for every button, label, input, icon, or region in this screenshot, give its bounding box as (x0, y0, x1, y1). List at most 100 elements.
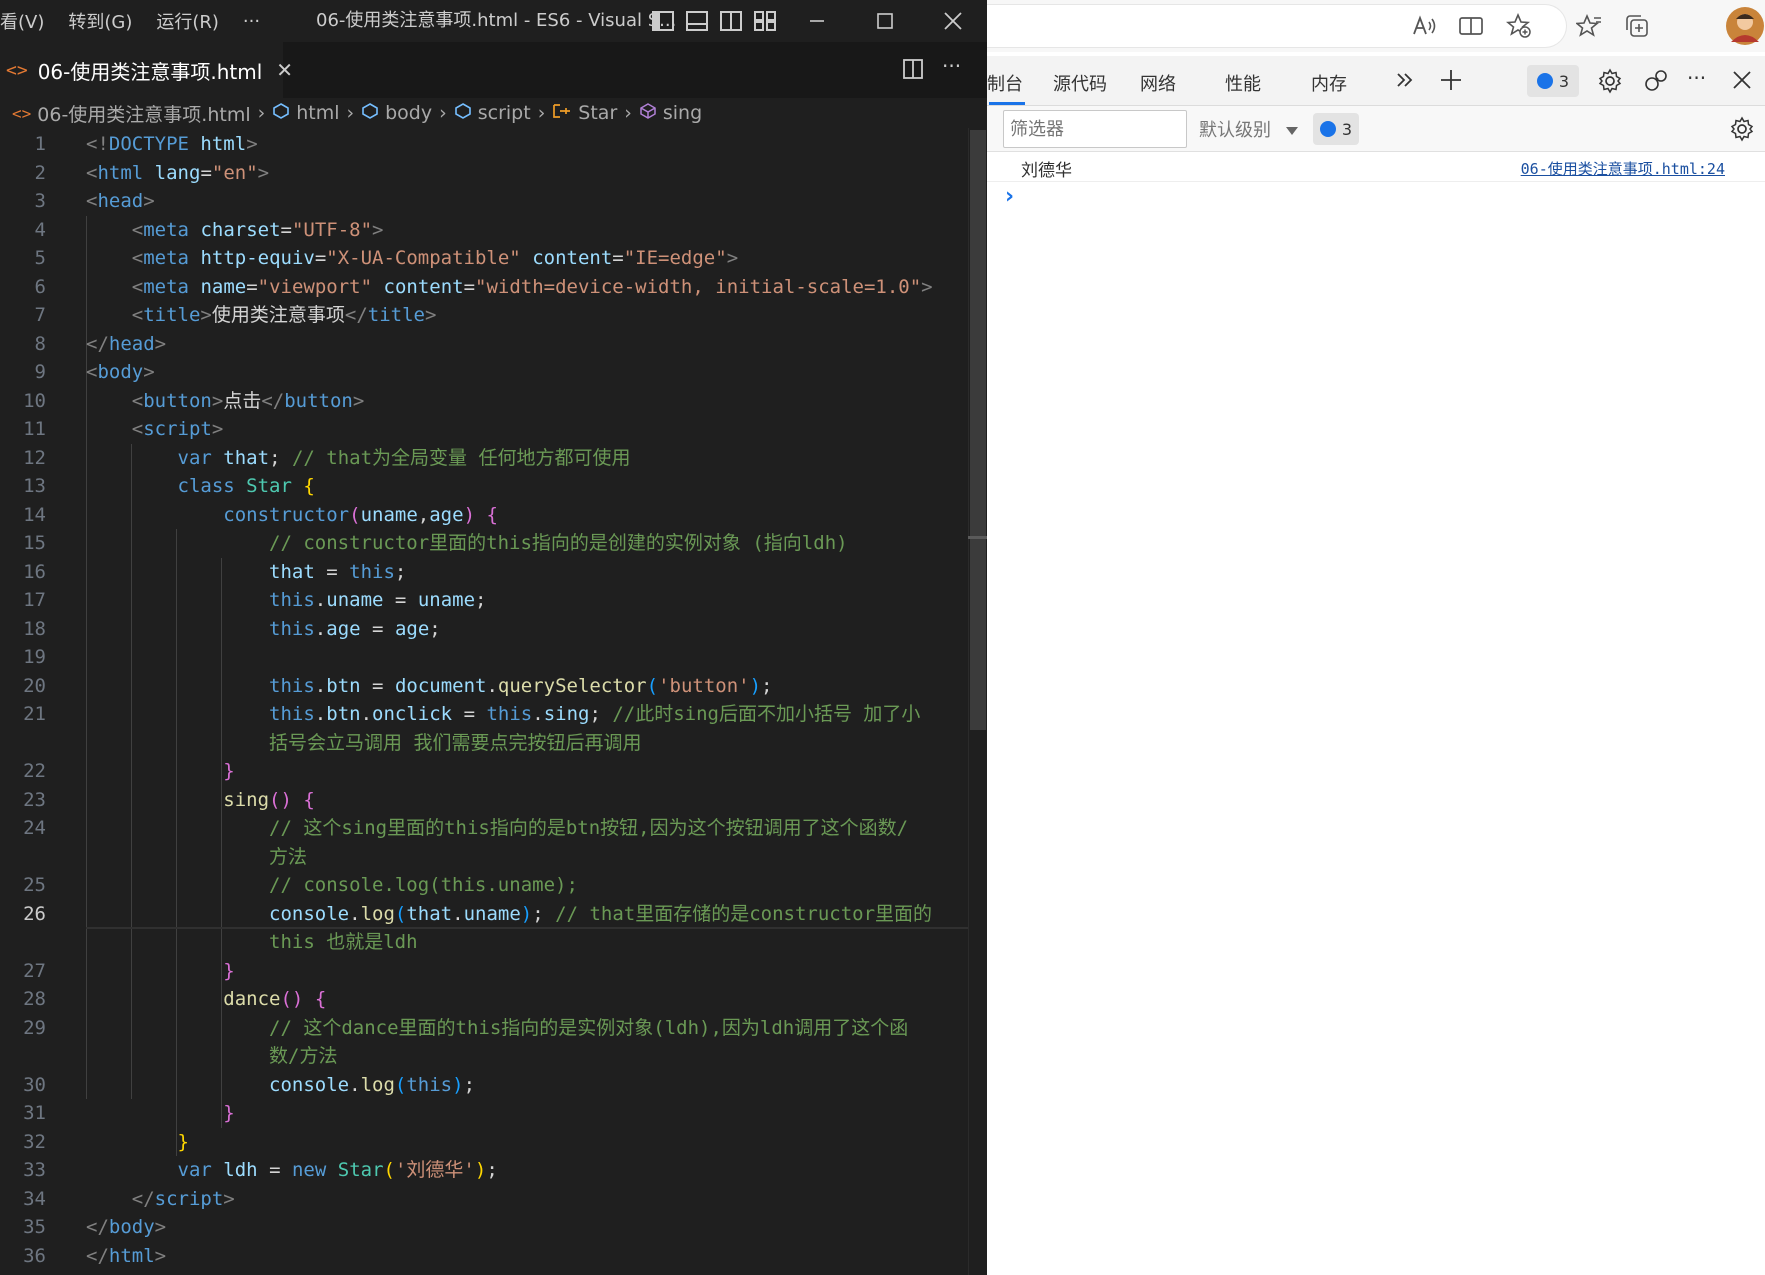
toggle-secondary-sidebar-icon[interactable] (719, 10, 743, 32)
code-line[interactable]: <html lang="en"> (86, 159, 269, 188)
code-line[interactable]: <button>点击</button> (86, 387, 365, 416)
tab-sources[interactable]: 源代码 (1053, 70, 1107, 96)
code-line[interactable]: </body> (86, 1213, 166, 1242)
tab-performance[interactable]: 性能 (1225, 70, 1261, 96)
toggle-primary-sidebar-icon[interactable] (651, 10, 675, 32)
code-line[interactable]: that = this; (86, 558, 406, 587)
code-line[interactable]: console.log(that.uname); // that里面存储的是co… (86, 900, 932, 929)
menu-go[interactable]: 转到(G) (56, 8, 144, 34)
split-editor-icon[interactable] (902, 58, 924, 84)
code-line[interactable]: </script> (86, 1185, 235, 1214)
breadcrumb-class[interactable]: Star (578, 102, 617, 124)
filter-messages-badge[interactable]: 3 (1313, 113, 1359, 145)
console-settings-gear-icon[interactable] (1729, 116, 1755, 147)
breadcrumb-body[interactable]: body (385, 102, 432, 124)
code-line[interactable]: class Star { (86, 472, 315, 501)
code-line[interactable]: this.age = age; (86, 615, 441, 644)
close-devtools-icon[interactable] (1731, 69, 1753, 96)
code-line[interactable]: } (86, 957, 234, 986)
code-line[interactable]: // 这个dance里面的this指向的是实例对象(ldh),因为ldh调用了这… (86, 1014, 908, 1043)
code-line[interactable]: } (86, 1128, 189, 1157)
toggle-panel-icon[interactable] (685, 10, 709, 32)
code-line[interactable]: 括号会立马调用 我们需要点完按钮后再调用 (86, 729, 641, 758)
code-line[interactable]: <meta charset="UTF-8"> (86, 216, 384, 245)
code-line[interactable]: // constructor里面的this指向的是创建的实例对象 (指向ldh) (86, 529, 848, 558)
line-number: 28 (23, 988, 46, 1010)
element-icon (454, 102, 472, 125)
read-aloud-icon[interactable] (1411, 12, 1439, 40)
element-icon (272, 102, 290, 125)
breadcrumb-script[interactable]: script (478, 102, 531, 124)
dock-connect-icon[interactable] (1643, 68, 1669, 99)
code-line[interactable]: </head> (86, 330, 166, 359)
code-line[interactable]: this.btn.onclick = this.sing; //此时sing后面… (86, 700, 920, 729)
active-tab-indicator (989, 102, 1025, 105)
code-editor[interactable]: 1 <!DOCTYPE html> 2 <html lang="en"> 3 <head>… (0, 128, 986, 1275)
chevron-right-icon: › (257, 102, 266, 124)
code-line[interactable]: constructor(uname,age) { (86, 501, 498, 530)
line-number: 4 (34, 218, 46, 241)
log-source-link[interactable]: 06-使用类注意事项.html:24 (1521, 158, 1725, 179)
code-line[interactable]: console.log(this); (86, 1071, 475, 1100)
line-number: 29 (23, 1016, 46, 1039)
code-line[interactable]: // 这个sing里面的this指向的是btn按钮,因为这个按钮调用了这个函数/ (86, 814, 908, 843)
code-line[interactable]: <body> (86, 358, 155, 387)
more-actions-icon[interactable]: ··· (942, 54, 961, 78)
code-line[interactable]: var ldh = new Star('刘德华'); (86, 1156, 498, 1185)
line-number: 3 (34, 190, 46, 212)
minimize-icon[interactable] (787, 0, 847, 42)
code-line[interactable]: this 也就是ldh (86, 928, 418, 957)
console-prompt-icon[interactable]: › (1005, 184, 1014, 209)
menu-view[interactable]: 看(V) (0, 8, 56, 34)
devtools-more-icon[interactable]: ··· (1687, 66, 1706, 90)
tab-network[interactable]: 网络 (1140, 70, 1176, 96)
console-output[interactable]: 刘德华 06-使用类注意事项.html:24 › (987, 152, 1765, 1275)
tab-console[interactable]: 制台 (987, 70, 1023, 96)
code-line[interactable]: this.uname = uname; (86, 586, 486, 615)
code-line[interactable]: <meta name="viewport" content="width=dev… (86, 273, 933, 302)
add-favorite-icon[interactable] (1505, 12, 1533, 40)
breadcrumb-method[interactable]: sing (663, 102, 702, 124)
breadcrumb-file[interactable]: 06-使用类注意事项.html (37, 100, 250, 127)
scrollbar-thumb[interactable] (970, 130, 986, 730)
code-line[interactable]: <!DOCTYPE html> (86, 130, 258, 159)
collections-icon[interactable] (1623, 12, 1651, 40)
code-line[interactable]: } (86, 757, 234, 786)
profile-avatar[interactable] (1725, 6, 1765, 46)
menu-run[interactable]: 运行(R) (144, 8, 231, 34)
tab-memory[interactable]: 内存 (1311, 70, 1347, 96)
code-line[interactable]: <head> (86, 187, 155, 216)
code-line[interactable]: <title>使用类注意事项</title> (86, 301, 437, 330)
code-line[interactable]: dance() { (86, 985, 326, 1014)
tab-active-file[interactable]: <> 06-使用类注意事项.html ✕ (0, 42, 293, 98)
favorites-icon[interactable] (1575, 12, 1603, 40)
filter-input[interactable] (1003, 110, 1187, 148)
breadcrumb-html[interactable]: html (296, 102, 339, 124)
split-screen-icon[interactable] (1457, 12, 1485, 40)
code-line[interactable]: 数/方法 (86, 1042, 337, 1071)
close-window-icon[interactable] (923, 0, 983, 42)
dropdown-arrow-icon (1285, 127, 1298, 135)
code-line[interactable]: </html> (86, 1242, 166, 1271)
html-file-icon: <> (12, 103, 32, 123)
code-line[interactable]: sing() { (86, 786, 315, 815)
more-tabs-icon[interactable] (1395, 68, 1415, 97)
messages-badge[interactable]: 3 (1527, 65, 1579, 97)
code-line[interactable]: // console.log(this.uname); (86, 871, 578, 900)
menu-more[interactable]: ··· (231, 11, 272, 32)
settings-gear-icon[interactable] (1597, 68, 1623, 99)
code-line[interactable]: <script> (86, 415, 224, 444)
line-number: 14 (23, 503, 46, 526)
code-line[interactable]: <meta http-equiv="X-UA-Compatible" conte… (86, 244, 738, 273)
maximize-icon[interactable] (855, 0, 915, 42)
browser-window: 制台 源代码 网络 性能 内存 3 ··· 默认级别 3 (987, 0, 1765, 1275)
code-line[interactable]: } (86, 1099, 234, 1128)
customize-layout-icon[interactable] (753, 10, 777, 32)
tab-close-icon[interactable]: ✕ (276, 58, 293, 82)
code-line[interactable]: 方法 (86, 843, 307, 872)
code-line[interactable]: this.btn = document.querySelector('butto… (86, 672, 772, 701)
add-tab-icon[interactable] (1439, 68, 1463, 97)
code-line[interactable]: var that; // that为全局变量 任何地方都可使用 (86, 444, 631, 473)
log-level-select[interactable]: 默认级别 (1199, 116, 1299, 142)
line-number: 9 (34, 361, 46, 383)
